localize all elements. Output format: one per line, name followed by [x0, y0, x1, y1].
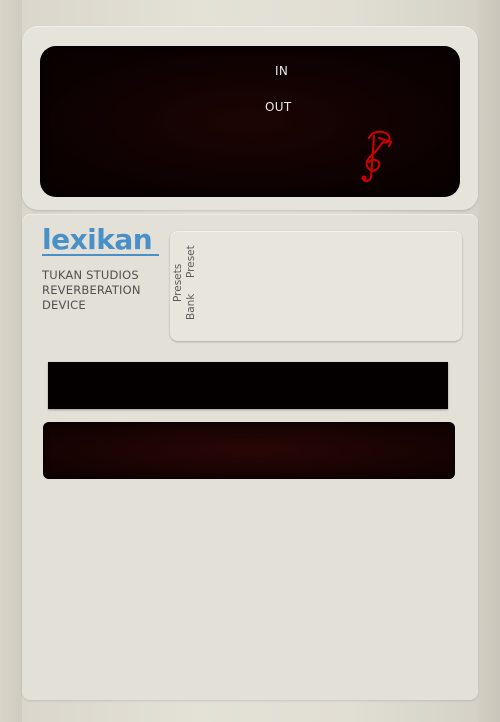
brand-logo: lexikan [42, 223, 153, 256]
output-label: OUT [265, 100, 292, 114]
input-label: IN [275, 64, 289, 78]
tagline-line-3: DEVICE [42, 298, 86, 312]
device-tagline: TUKAN STUDIOS REVERBERATION DEVICE [42, 268, 141, 313]
tagline-line-1: TUKAN STUDIOS [42, 268, 139, 282]
tagline-line-2: REVERBERATION [42, 283, 141, 297]
brand-underline [42, 254, 159, 256]
presets-section-label: Presets [172, 263, 184, 302]
value-display[interactable] [43, 422, 455, 479]
chassis-right-edge [478, 0, 500, 722]
io-meter-display [40, 46, 460, 197]
chassis-left-edge [0, 0, 22, 722]
treble-clef-icon[interactable] [355, 126, 395, 186]
parameter-strip[interactable] [48, 362, 448, 409]
bank-selector-label[interactable]: Bank [185, 294, 197, 320]
preset-panel[interactable] [170, 231, 462, 341]
preset-selector-label[interactable]: Preset [185, 245, 197, 278]
